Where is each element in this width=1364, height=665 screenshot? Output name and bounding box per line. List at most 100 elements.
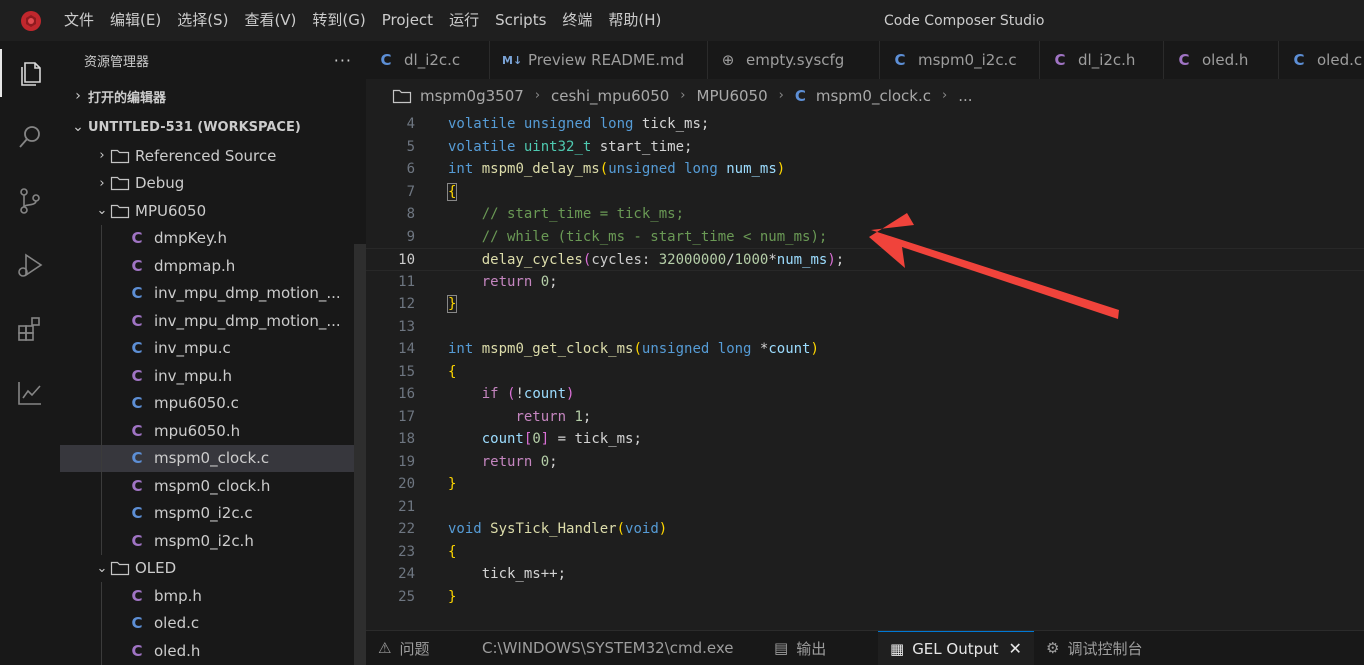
code-token: count — [768, 341, 811, 357]
breadcrumb-item[interactable]: MPU6050 — [697, 87, 768, 105]
code-line[interactable]: 19 return 0; — [366, 451, 1364, 474]
file-item[interactable]: Cmspm0_clock.c — [60, 444, 366, 472]
c-file-icon: C — [131, 229, 143, 248]
code-line[interactable]: 24 tick_ms++; — [366, 563, 1364, 586]
file-item[interactable]: Cmspm0_i2c.c — [60, 500, 366, 528]
chart-button[interactable] — [0, 361, 60, 425]
code-line[interactable]: 23 { — [366, 541, 1364, 564]
code-line[interactable]: 12} — [366, 293, 1364, 316]
editor-tab[interactable]: Coled.c — [1279, 41, 1364, 79]
terminal-tab[interactable]: C:\WINDOWS\SYSTEM32\cmd.exe — [482, 631, 762, 665]
breadcrumb-item[interactable]: ... — [958, 87, 972, 105]
code-line[interactable]: 5 volatile uint32_t start_time; — [366, 136, 1364, 159]
extensions-button[interactable] — [0, 297, 60, 361]
file-item[interactable]: Cmspm0_i2c.h — [60, 527, 366, 555]
file-item[interactable]: Coled.h — [60, 637, 366, 665]
close-icon[interactable]: ✕ — [1009, 639, 1022, 658]
code-line[interactable]: 9 // while (tick_ms - start_time < num_m… — [366, 226, 1364, 249]
file-item[interactable]: Cmpu6050.h — [60, 417, 366, 445]
code-text: { — [448, 541, 456, 564]
code-editor[interactable]: 4 volatile unsigned long tick_ms; 5 volatil… — [366, 112, 1364, 630]
sidebar-header: 资源管理器 ··· — [60, 41, 366, 80]
code-line[interactable]: 10 delay_cycles(cycles: 32000000/1000*nu… — [366, 248, 1364, 271]
folder-item[interactable]: › Referenced Source — [60, 142, 366, 170]
code-token: tick_ms++; — [448, 566, 567, 582]
menu-item[interactable]: 选择(S) — [169, 0, 236, 41]
folder-item[interactable]: ⌄ MPU6050 — [60, 197, 366, 225]
code-line[interactable]: 20} — [366, 473, 1364, 496]
code-token: count — [523, 386, 567, 402]
file-item[interactable]: Coled.c — [60, 610, 366, 638]
c-file-icon: C — [131, 449, 143, 468]
folder-icon — [110, 149, 130, 163]
code-token: 32000000 — [658, 252, 727, 268]
debug-console-tab[interactable]: ⚙ 调试控制台 — [1034, 631, 1164, 665]
editor-tab[interactable]: Coled.h — [1164, 41, 1279, 79]
menu-item[interactable]: 终端 — [554, 0, 600, 41]
gel-output-tab[interactable]: ▦ GEL Output ✕ — [878, 630, 1034, 665]
editor-tab[interactable]: M↓ Preview README.md — [490, 41, 708, 79]
file-item[interactable]: Cinv_mpu_dmp_motion_... — [60, 307, 366, 335]
code-token: ) — [658, 521, 668, 537]
file-item[interactable]: Cmpu6050.c — [60, 390, 366, 418]
tree-item-label: mspm0_clock.h — [154, 476, 271, 495]
code-line[interactable]: 16 if (!count) — [366, 383, 1364, 406]
code-line[interactable]: 15 { — [366, 361, 1364, 384]
code-line[interactable]: 21 — [366, 496, 1364, 519]
menu-item[interactable]: 帮助(H) — [600, 0, 669, 41]
sidebar-scrollbar[interactable] — [354, 244, 366, 665]
breadcrumb-item[interactable]: mspm0g3507 — [420, 87, 524, 105]
run-debug-button[interactable] — [0, 233, 60, 297]
editor-tab[interactable]: ⊕ empty.syscfg — [708, 41, 880, 79]
tree-item-label: bmp.h — [154, 586, 202, 605]
folder-item[interactable]: ⌄ OLED — [60, 555, 366, 583]
code-line[interactable]: 13 — [366, 316, 1364, 339]
more-actions-icon[interactable]: ··· — [334, 51, 352, 70]
c-file-icon: C — [131, 614, 143, 633]
code-line[interactable]: 7{ — [366, 181, 1364, 204]
file-item[interactable]: CdmpKey.h — [60, 225, 366, 253]
file-item[interactable]: Cbmp.h — [60, 582, 366, 610]
code-line[interactable]: 17 return 1; — [366, 406, 1364, 429]
menu-item[interactable]: 查看(V) — [236, 0, 304, 41]
search-button[interactable] — [0, 105, 60, 169]
code-token: count — [481, 431, 524, 447]
file-item[interactable]: Cmspm0_clock.h — [60, 472, 366, 500]
code-line[interactable]: 6 int mspm0_delay_ms(unsigned long num_ms… — [366, 158, 1364, 181]
workspace-section[interactable]: ⌄ UNTITLED-531 (WORKSPACE) — [60, 112, 366, 142]
source-control-icon — [20, 188, 40, 214]
menu-item[interactable]: 运行 — [441, 0, 487, 41]
breadcrumb-item[interactable]: mspm0_clock.c — [816, 87, 931, 105]
code-line[interactable]: 22 void SysTick_Handler(void) — [366, 518, 1364, 541]
editor-tab[interactable]: Cdl_i2c.h — [1040, 41, 1164, 79]
source-control-button[interactable] — [0, 169, 60, 233]
menu-item[interactable]: Project — [374, 0, 441, 41]
globe-icon: ⊕ — [721, 51, 735, 69]
file-item[interactable]: Cinv_mpu.h — [60, 362, 366, 390]
file-item[interactable]: Cinv_mpu_dmp_motion_... — [60, 280, 366, 308]
problems-tab[interactable]: ⚠ 问题 — [366, 631, 482, 665]
editor-tab[interactable]: Cmspm0_i2c.c — [880, 41, 1040, 79]
code-line[interactable]: 11 return 0; — [366, 271, 1364, 294]
folder-item[interactable]: › Debug — [60, 170, 366, 198]
editor-tab[interactable]: Cdl_i2c.c — [366, 41, 490, 79]
explorer-button[interactable] — [0, 41, 60, 105]
breadcrumb-item[interactable]: ceshi_mpu6050 — [551, 87, 669, 105]
code-line[interactable]: 8 // start_time = tick_ms; — [366, 203, 1364, 226]
open-editors-section[interactable]: › 打开的编辑器 — [60, 80, 366, 112]
code-line[interactable]: 25} — [366, 586, 1364, 609]
code-text: } — [448, 473, 456, 496]
code-line[interactable]: 4 volatile unsigned long tick_ms; — [366, 113, 1364, 136]
activity-bar — [0, 41, 60, 665]
code-line[interactable]: 14 int mspm0_get_clock_ms(unsigned long *… — [366, 338, 1364, 361]
menu-item[interactable]: 文件 — [56, 0, 102, 41]
code-line[interactable]: 18 count[0] = tick_ms; — [366, 428, 1364, 451]
menu-item[interactable]: 转到(G) — [304, 0, 373, 41]
line-number: 10 — [398, 252, 415, 268]
menu-item[interactable]: Scripts — [487, 0, 554, 41]
file-item[interactable]: Cdmpmap.h — [60, 252, 366, 280]
output-tab[interactable]: ▤ 输出 — [762, 631, 878, 665]
file-item[interactable]: Cinv_mpu.c — [60, 335, 366, 363]
menu-item[interactable]: 编辑(E) — [102, 0, 169, 41]
